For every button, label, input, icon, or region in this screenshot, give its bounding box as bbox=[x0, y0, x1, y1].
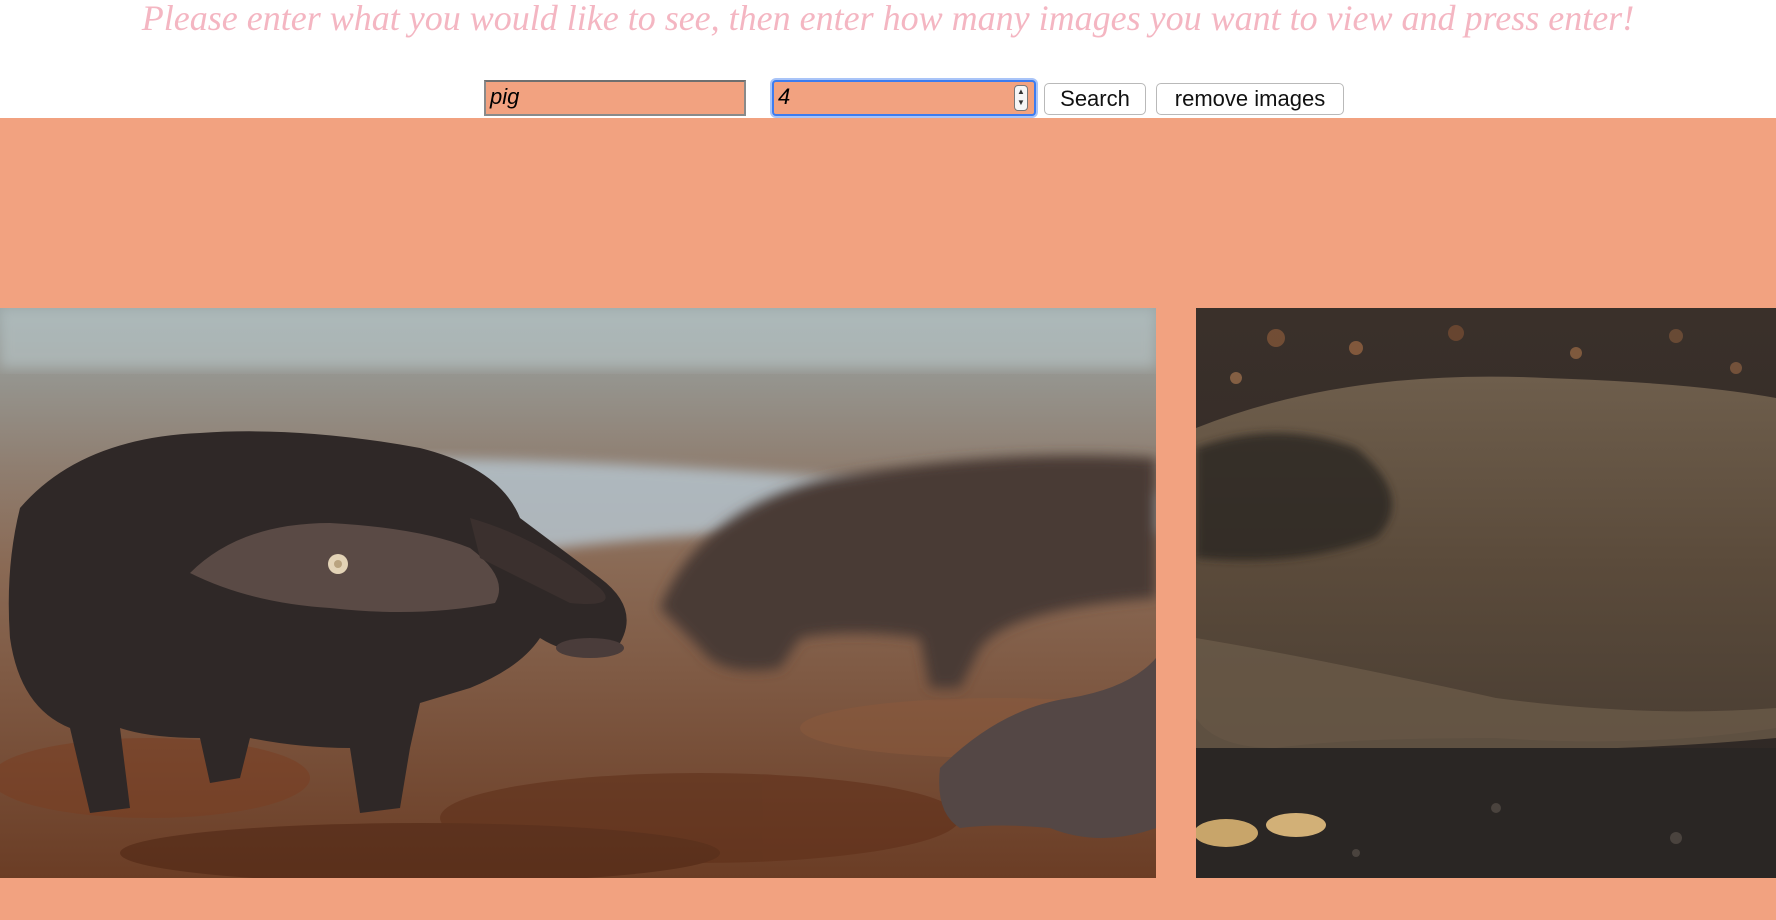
image-gallery bbox=[0, 118, 1776, 920]
boar-photo bbox=[1196, 308, 1776, 878]
remove-images-button[interactable]: remove images bbox=[1156, 83, 1344, 115]
header-area: Please enter what you would like to see,… bbox=[0, 0, 1776, 118]
gallery-image bbox=[1196, 308, 1776, 878]
number-stepper[interactable]: ▲ ▼ bbox=[1014, 85, 1028, 111]
chevron-up-icon[interactable]: ▲ bbox=[1015, 87, 1027, 97]
instructions-heading: Please enter what you would like to see,… bbox=[141, 0, 1635, 38]
pig-photo bbox=[0, 308, 1156, 878]
query-input-value: pig bbox=[490, 84, 520, 109]
search-button[interactable]: Search bbox=[1044, 83, 1146, 115]
image-count-input[interactable]: 4 ▲ ▼ bbox=[772, 80, 1036, 116]
image-count-value: 4 bbox=[778, 84, 791, 109]
chevron-down-icon[interactable]: ▼ bbox=[1015, 98, 1027, 108]
query-input[interactable]: pig bbox=[484, 80, 746, 116]
search-form: pig 4 ▲ ▼ Search remove images bbox=[0, 80, 1776, 116]
gallery-image bbox=[0, 308, 1156, 878]
